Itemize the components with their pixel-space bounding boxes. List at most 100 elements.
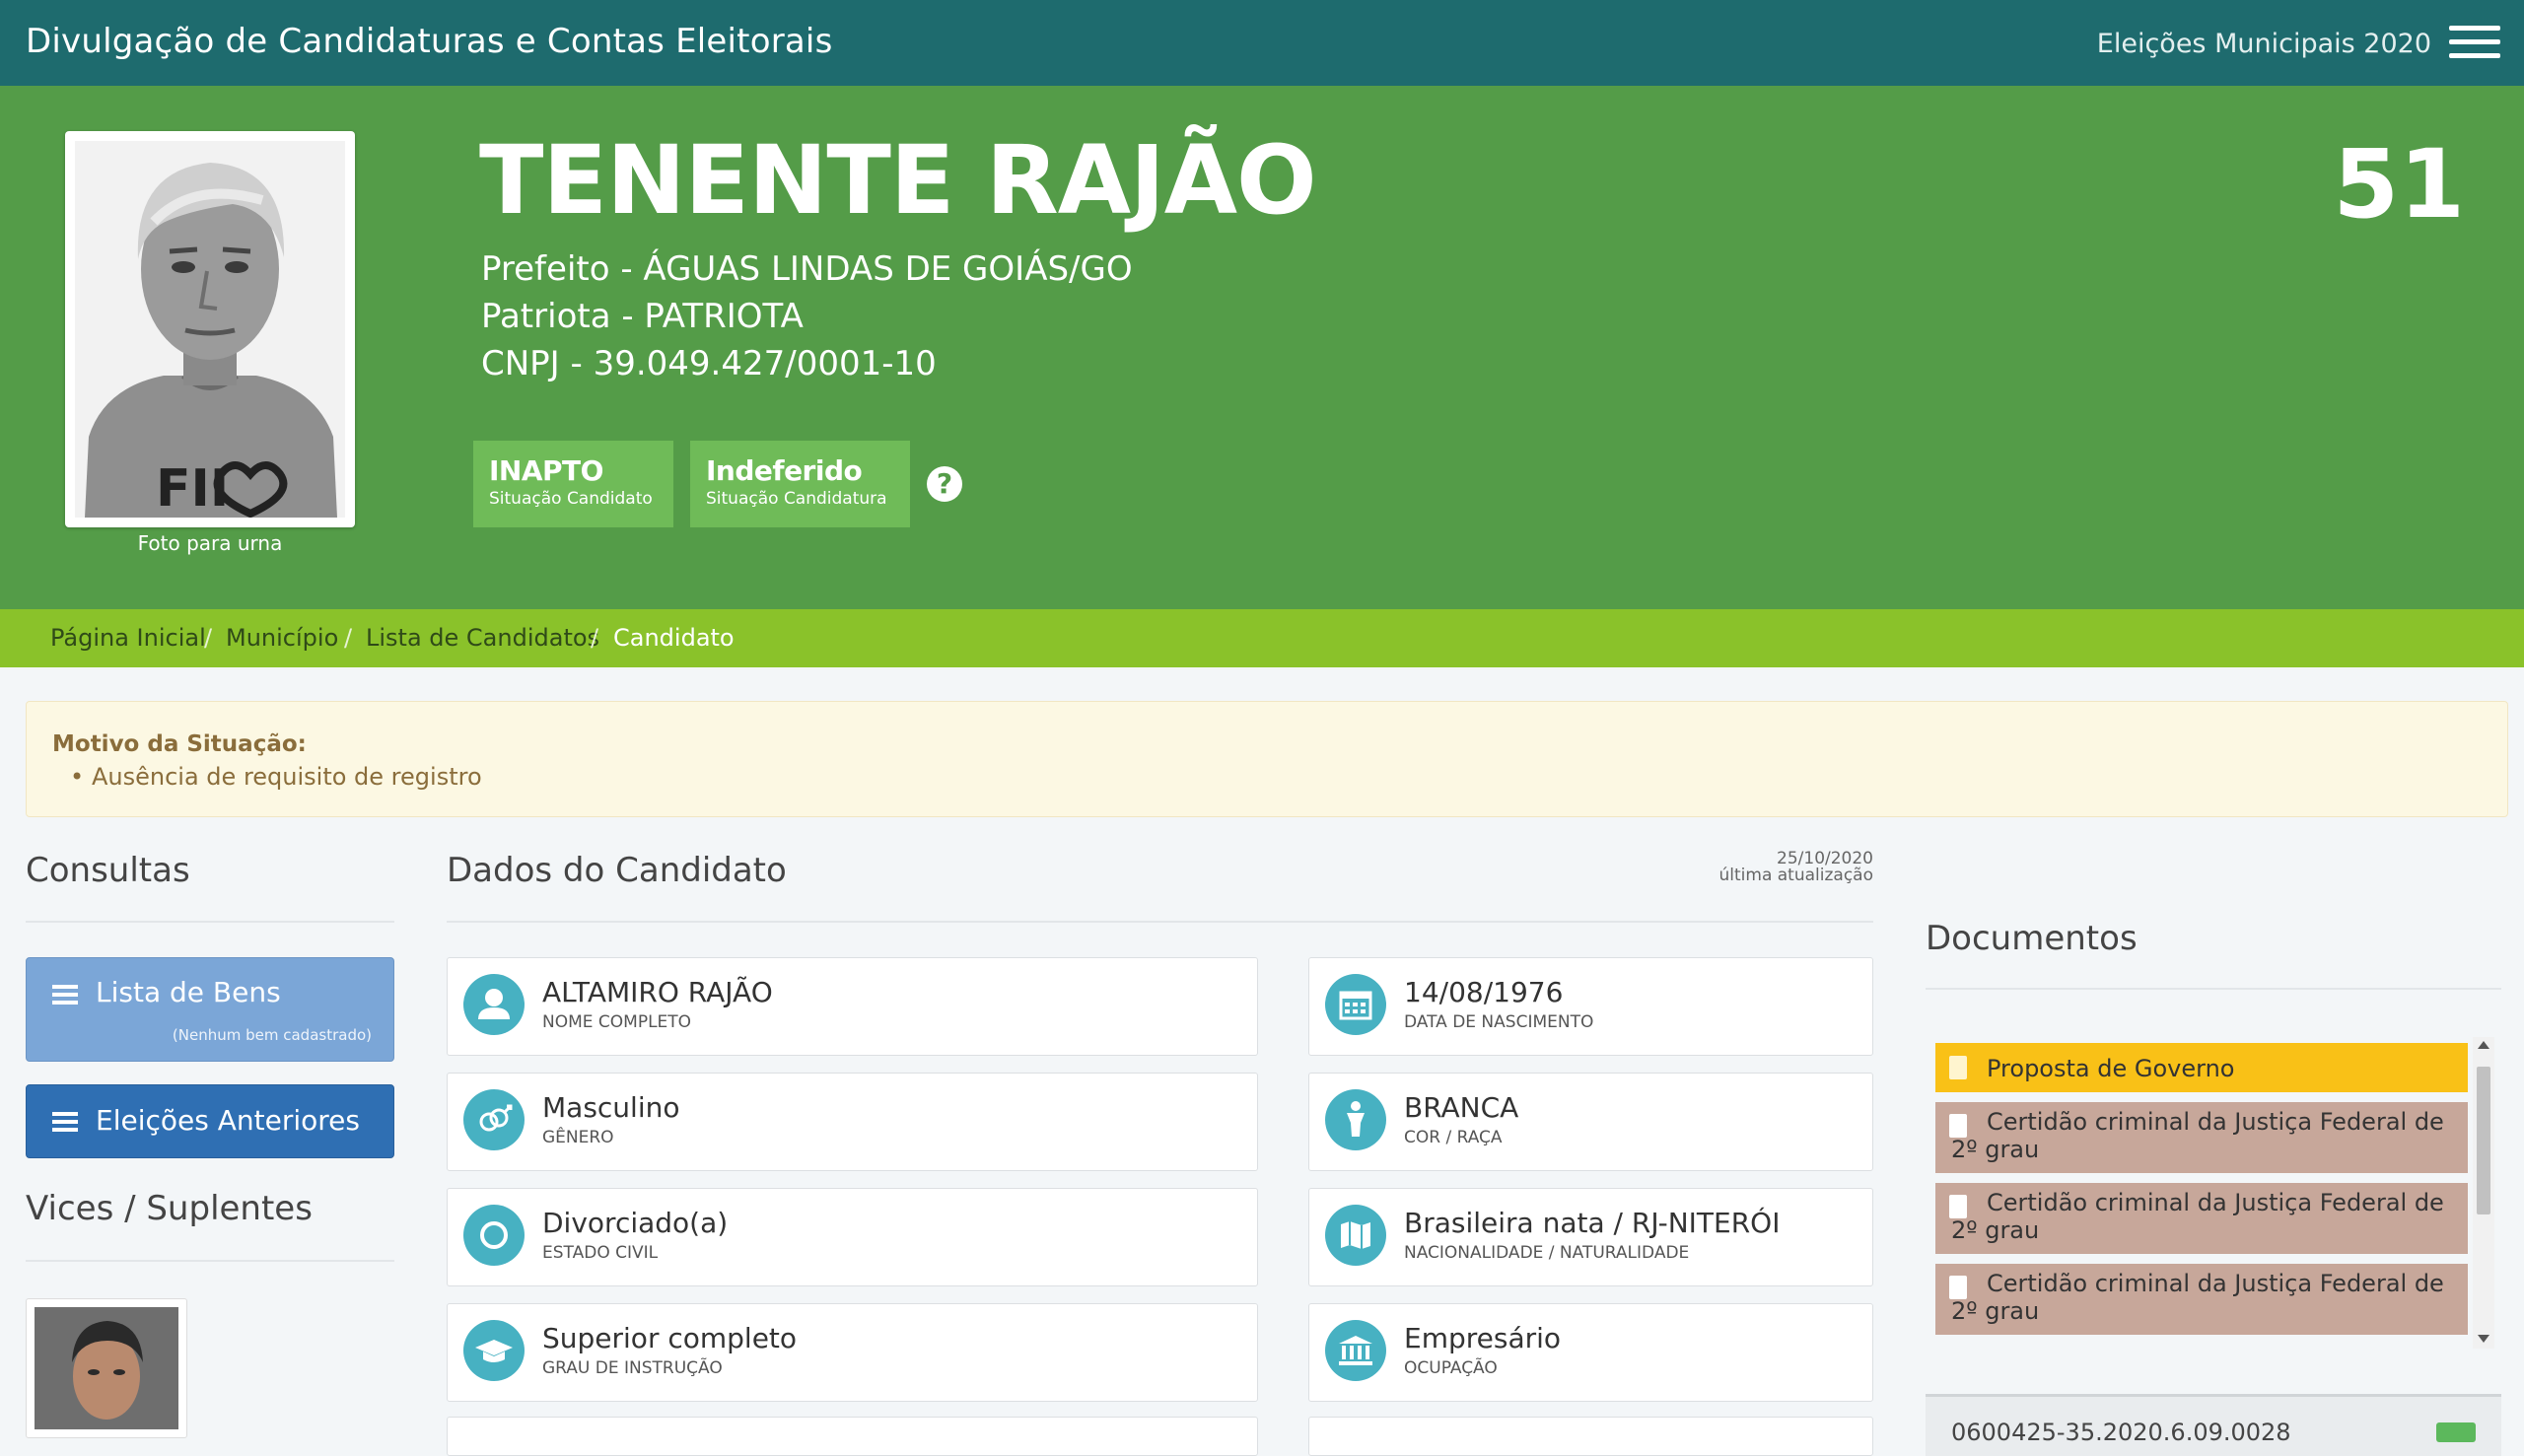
breadcrumb-home[interactable]: Página Inicial <box>50 624 206 652</box>
field-label: ESTADO CIVIL <box>542 1243 659 1263</box>
document-label: Certidão criminal da Justiça Federal de … <box>1951 1108 2444 1163</box>
file-icon <box>1949 1056 1967 1079</box>
field-value: 14/08/1976 <box>1404 976 1564 1008</box>
vice-candidate-photo[interactable] <box>26 1298 187 1438</box>
eleicoes-anteriores-label: Eleições Anteriores <box>96 1104 360 1137</box>
documents-scrollbar[interactable] <box>2473 1037 2494 1349</box>
candidate-number: 51 <box>2333 129 2465 240</box>
candidacy-status-label: Situação Candidatura <box>706 489 887 509</box>
photo-caption: Foto para urna <box>137 531 283 555</box>
breadcrumb-candidato: Candidato <box>613 624 735 652</box>
field-card-nome: ALTAMIRO RAJÃO NOME COMPLETO <box>447 957 1258 1056</box>
document-label: Certidão criminal da Justiça Federal de … <box>1951 1189 2444 1244</box>
candidate-status-label: Situação Candidato <box>489 489 653 509</box>
scroll-down-arrow-icon[interactable] <box>2478 1335 2489 1343</box>
divider <box>1926 988 2501 990</box>
breadcrumb-separator: / <box>204 624 213 652</box>
breadcrumb: Página Inicial / Município / Lista de Ca… <box>0 609 2524 667</box>
divider <box>447 921 1873 923</box>
field-value: Brasileira nata / RJ-NITERÓI <box>1404 1207 1781 1239</box>
document-certidao[interactable]: Certidão criminal da Justiça Federal de … <box>1935 1183 2468 1254</box>
candidate-status-badge: INAPTO Situação Candidato <box>473 441 673 527</box>
hamburger-menu-icon[interactable] <box>2449 26 2500 59</box>
field-label: GRAU DE INSTRUÇÃO <box>542 1358 723 1378</box>
document-certidao[interactable]: Certidão criminal da Justiça Federal de … <box>1935 1264 2468 1335</box>
field-value: ALTAMIRO RAJÃO <box>542 976 773 1008</box>
dados-title: Dados do Candidato <box>447 851 787 890</box>
top-navbar: Divulgação de Candidaturas e Contas Elei… <box>0 0 2524 86</box>
lista-bens-label: Lista de Bens <box>96 976 281 1008</box>
candidate-cnpj: CNPJ - 39.049.427/0001-10 <box>481 344 937 383</box>
breadcrumb-separator: / <box>591 624 599 652</box>
process-badge <box>2436 1422 2476 1442</box>
scroll-up-arrow-icon[interactable] <box>2478 1041 2489 1049</box>
breadcrumb-municipio[interactable]: Município <box>226 624 338 652</box>
list-icon <box>52 1112 78 1132</box>
candidate-status-value: INAPTO <box>489 454 603 487</box>
field-card <box>1308 1417 1873 1456</box>
field-card <box>447 1417 1258 1456</box>
eleicoes-anteriores-button[interactable]: Eleições Anteriores <box>26 1084 394 1158</box>
candidate-photo: FII <box>65 131 355 527</box>
breadcrumb-separator: / <box>344 624 353 652</box>
field-value: Empresário <box>1404 1322 1562 1354</box>
process-number: 0600425-35.2020.6.09.0028 <box>1951 1419 2291 1446</box>
field-card-cor-raca: BRANCA COR / RAÇA <box>1308 1073 1873 1171</box>
field-card-ocupacao: Empresário OCUPAÇÃO <box>1308 1303 1873 1402</box>
vice-portrait-image <box>35 1307 178 1429</box>
question-circle-icon[interactable]: ? <box>927 466 962 502</box>
field-label: NACIONALIDADE / NATURALIDADE <box>1404 1243 1690 1263</box>
field-label: DATA DE NASCIMENTO <box>1404 1012 1594 1032</box>
field-value: Divorciado(a) <box>542 1207 729 1239</box>
field-card-instrucao: Superior completo GRAU DE INSTRUÇÃO <box>447 1303 1258 1402</box>
calendar-icon <box>1325 974 1386 1035</box>
candidate-party: Patriota - PATRIOTA <box>481 297 804 336</box>
graduation-cap-icon <box>463 1320 525 1381</box>
list-icon <box>52 985 78 1005</box>
field-card-nascimento: 14/08/1976 DATA DE NASCIMENTO <box>1308 957 1873 1056</box>
alert-title: Motivo da Situação: <box>52 731 307 757</box>
map-icon <box>1325 1205 1386 1266</box>
consultas-title: Consultas <box>26 851 190 890</box>
document-label: Proposta de Governo <box>1987 1055 2235 1082</box>
process-panel[interactable]: 0600425-35.2020.6.09.0028 <box>1926 1394 2501 1456</box>
candidate-office: Prefeito - ÁGUAS LINDAS DE GOIÁS/GO <box>481 249 1133 289</box>
documentos-title: Documentos <box>1926 919 2138 958</box>
candidate-header: FII Foto para urna TENENTE RAJÃO Prefeit… <box>0 86 2524 609</box>
field-card-genero: Masculino GÊNERO <box>447 1073 1258 1171</box>
document-proposta-governo[interactable]: Proposta de Governo <box>1935 1043 2468 1092</box>
field-value: Masculino <box>542 1091 680 1124</box>
bank-building-icon <box>1325 1320 1386 1381</box>
field-label: COR / RAÇA <box>1404 1128 1503 1147</box>
field-label: NOME COMPLETO <box>542 1012 692 1032</box>
ring-icon <box>463 1205 525 1266</box>
vices-title: Vices / Suplentes <box>26 1189 313 1228</box>
candidate-portrait-image: FII <box>75 141 345 518</box>
field-label: GÊNERO <box>542 1128 614 1147</box>
document-label: Certidão criminal da Justiça Federal de … <box>1951 1270 2444 1325</box>
candidacy-status-badge: Indeferido Situação Candidatura <box>690 441 910 527</box>
election-name: Eleições Municipais 2020 <box>2096 29 2431 59</box>
gender-icon <box>463 1089 525 1150</box>
candidacy-status-value: Indeferido <box>706 454 863 487</box>
last-update-label: última atualização <box>1718 866 1874 885</box>
field-label: OCUPAÇÃO <box>1404 1358 1498 1378</box>
divider <box>26 921 394 923</box>
lista-bens-note: (Nenhum bem cadastrado) <box>172 1026 372 1044</box>
scrollbar-thumb[interactable] <box>2477 1067 2490 1214</box>
document-certidao[interactable]: Certidão criminal da Justiça Federal de … <box>1935 1102 2468 1173</box>
last-update: 25/10/2020 última atualização <box>1676 851 1874 885</box>
field-value: BRANCA <box>1404 1091 1519 1124</box>
situation-reason-alert: Motivo da Situação: • Ausência de requis… <box>26 701 2508 817</box>
documents-list[interactable]: Proposta de Governo Certidão criminal da… <box>1926 1035 2501 1352</box>
user-icon <box>463 974 525 1035</box>
alert-item: Ausência de requisito de registro <box>92 763 482 791</box>
person-standing-icon <box>1325 1089 1386 1150</box>
breadcrumb-lista-candidatos[interactable]: Lista de Candidatos <box>366 624 599 652</box>
lista-bens-button[interactable]: Lista de Bens (Nenhum bem cadastrado) <box>26 957 394 1062</box>
bullet-icon: • <box>70 763 85 791</box>
app-title[interactable]: Divulgação de Candidaturas e Contas Elei… <box>26 22 833 61</box>
field-value: Superior completo <box>542 1322 798 1354</box>
field-card-nacionalidade: Brasileira nata / RJ-NITERÓI NACIONALIDA… <box>1308 1188 1873 1286</box>
candidate-name: TENENTE RAJÃO <box>479 125 1317 236</box>
